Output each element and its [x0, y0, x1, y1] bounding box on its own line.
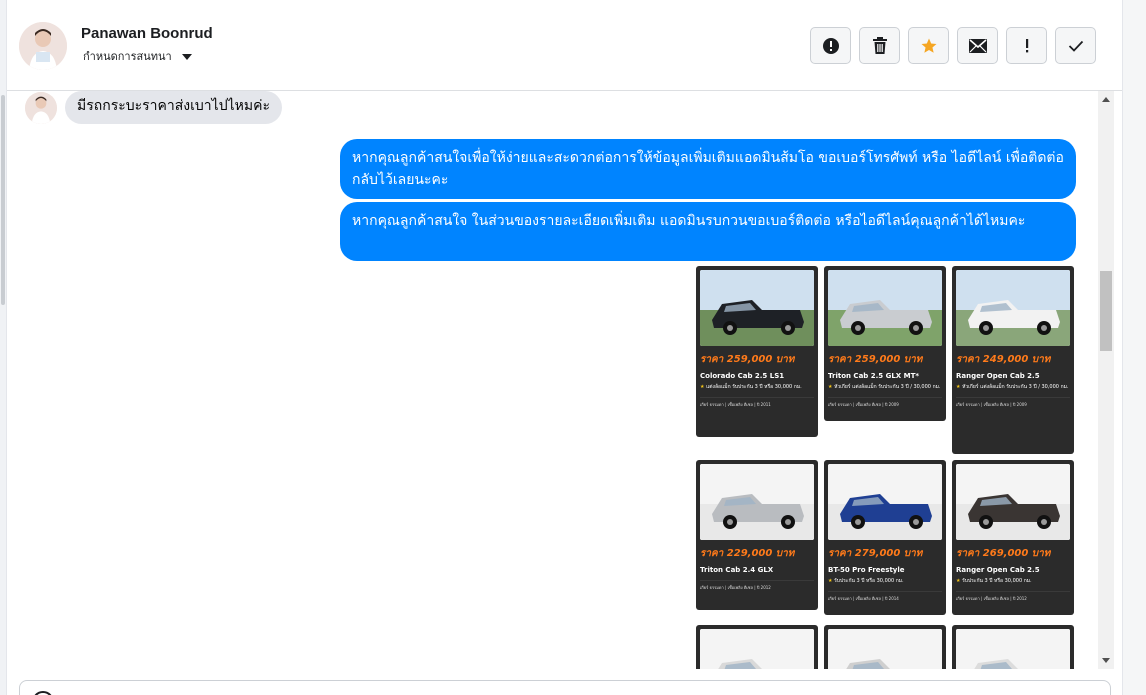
car-feature: ★ หัวเกียร์ แต่งล้อแม็ก รับประกัน 3 ปี /…	[956, 384, 1069, 390]
emoji-icon[interactable]	[32, 691, 54, 695]
thread-scrollbar-thumb[interactable]	[1100, 271, 1112, 351]
car-listing-card[interactable]	[824, 625, 946, 669]
car-photo	[956, 464, 1070, 540]
car-specs: เกียร์ ธรรมดา | เชื้อเพลิง ดีเซล | ปี 20…	[956, 397, 1070, 408]
car-feature: ★ แต่งล้อแม็ก รับประกัน 3 ปี หรือ 30,000…	[700, 384, 802, 390]
car-photo	[700, 629, 814, 669]
done-button[interactable]	[1055, 27, 1096, 64]
car-photo	[828, 464, 942, 540]
car-listing-card[interactable]	[696, 625, 818, 669]
car-model: Triton Cab 2.5 GLX MT*	[828, 372, 920, 380]
car-listing-card[interactable]: ราคา 229,000 บาท Triton Cab 2.4 GLX เกียร์…	[696, 460, 818, 610]
car-listing-card[interactable]: ราคา 259,000 บาท Colorado Cab 2.5 LS1 ★ แต…	[696, 266, 818, 437]
star-icon	[921, 38, 936, 53]
outgoing-message: หากคุณลูกค้าสนใจ ในส่วนของรายละเอียดเพิ่…	[340, 202, 1076, 261]
left-scrollbar-thumb[interactable]	[1, 95, 5, 305]
scroll-down-icon[interactable]	[1102, 658, 1110, 663]
envelope-icon	[968, 38, 987, 53]
right-panel-edge	[1122, 0, 1146, 695]
car-photo	[828, 629, 942, 669]
message-thread[interactable]: มีรถกระบะราคาส่งเบาไปไหมค่ะ หากคุณลูกค้า…	[7, 91, 1122, 669]
assign-conversation-label: กำหนดการสนทนา	[83, 51, 172, 63]
assign-conversation-dropdown[interactable]: กำหนดการสนทนา	[83, 47, 192, 65]
car-feature: ★ รับประกัน 3 ปี หรือ 30,000 กม.	[956, 578, 1032, 584]
star-icon: ★	[828, 578, 835, 584]
incoming-message: มีรถกระบะราคาส่งเบาไปไหมค่ะ	[65, 91, 282, 124]
car-model: Colorado Cab 2.5 LS1	[700, 372, 785, 380]
thread-scrollbar[interactable]	[1098, 91, 1114, 669]
car-specs: เกียร์ ธรรมดา | เชื้อเพลิง ดีเซล | ปี 20…	[828, 591, 942, 602]
car-specs: เกียร์ ธรรมดา | เชื้อเพลิง ดีเซล | ปี 20…	[700, 397, 814, 408]
car-photo	[956, 629, 1070, 669]
car-specs: เกียร์ ธรรมดา | เชื้อเพลิง ดีเซล | ปี 20…	[956, 591, 1070, 602]
star-icon: ★	[700, 384, 707, 390]
delete-button[interactable]	[859, 27, 900, 64]
car-model: BT-50 Pro Freestyle	[828, 566, 905, 574]
contact-avatar[interactable]	[19, 22, 67, 70]
car-price: ราคา 229,000 บาท	[700, 548, 795, 559]
car-listing-card[interactable]: ราคา 269,000 บาท Ranger Open Cab 2.5 ★ รับ…	[952, 460, 1074, 615]
left-scrollbar[interactable]	[0, 0, 7, 695]
car-specs: เกียร์ ธรรมดา | เชื้อเพลิง ดีเซล | ปี 20…	[828, 397, 942, 408]
conversation-header: Panawan Boonrud กำหนดการสนทนา	[7, 0, 1122, 91]
sender-avatar	[25, 92, 57, 124]
car-photo	[700, 464, 814, 540]
car-specs: เกียร์ ธรรมดา | เชื้อเพลิง ดีเซล | ปี 20…	[700, 580, 814, 591]
check-icon	[1068, 40, 1083, 52]
exclamation-icon	[1025, 38, 1028, 52]
conversation-window: Panawan Boonrud กำหนดการสนทนา มีรถกระบะร…	[0, 0, 1146, 695]
car-photo	[956, 270, 1070, 346]
star-icon: ★	[828, 384, 835, 390]
star-button[interactable]	[908, 27, 949, 64]
contact-name: Panawan Boonrud	[81, 25, 213, 42]
star-icon: ★	[956, 384, 963, 390]
car-model: Ranger Open Cab 2.5	[956, 566, 1040, 574]
car-listing-card[interactable]	[952, 625, 1074, 669]
car-price: ราคา 259,000 บาท	[828, 354, 923, 365]
scroll-up-icon[interactable]	[1102, 97, 1110, 102]
car-price: ราคา 279,000 บาท	[828, 548, 923, 559]
message-composer[interactable]	[19, 680, 1111, 695]
outgoing-message: หากคุณลูกค้าสนใจเพื่อให้ง่ายและสะดวกต่อก…	[340, 139, 1076, 199]
alert-circle-icon	[822, 37, 839, 54]
car-price: ราคา 259,000 บาท	[700, 354, 795, 365]
car-listing-card[interactable]: ราคา 279,000 บาท BT-50 Pro Freestyle ★ รับ…	[824, 460, 946, 615]
car-feature: ★ หัวเกียร์ แต่งล้อแม็ก รับประกัน 3 ปี /…	[828, 384, 941, 390]
car-listing-card[interactable]: ราคา 259,000 บาท Triton Cab 2.5 GLX MT* ★ …	[824, 266, 946, 421]
mark-unread-button[interactable]	[957, 27, 998, 64]
car-feature: ★ รับประกัน 3 ปี หรือ 30,000 กม.	[828, 578, 904, 584]
follow-up-button[interactable]	[1006, 27, 1047, 64]
car-price: ราคา 249,000 บาท	[956, 354, 1051, 365]
chevron-down-icon	[181, 53, 192, 60]
spam-button[interactable]	[810, 27, 851, 64]
car-price: ราคา 269,000 บาท	[956, 548, 1051, 559]
car-photo	[828, 270, 942, 346]
star-icon: ★	[956, 578, 963, 584]
conversation-actions	[810, 27, 1096, 64]
trash-icon	[872, 36, 887, 54]
car-listing-card[interactable]: ราคา 249,000 บาท Ranger Open Cab 2.5 ★ หัว…	[952, 266, 1074, 454]
car-model: Triton Cab 2.4 GLX	[700, 566, 774, 574]
car-photo	[700, 270, 814, 346]
car-model: Ranger Open Cab 2.5	[956, 372, 1040, 380]
